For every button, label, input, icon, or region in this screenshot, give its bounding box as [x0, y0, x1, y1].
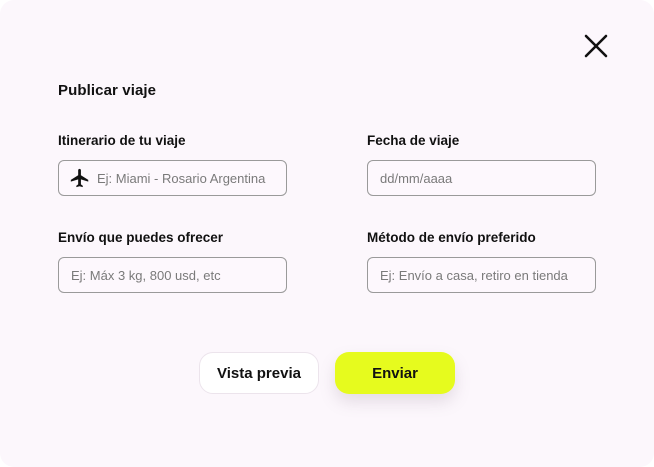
date-label: Fecha de viaje: [367, 133, 460, 148]
method-label: Método de envío preferido: [367, 230, 536, 245]
itinerary-input[interactable]: [91, 161, 286, 195]
modal-title: Publicar viaje: [58, 82, 157, 99]
shipment-field: [58, 257, 287, 293]
close-button[interactable]: [582, 32, 610, 60]
airplane-icon: [70, 168, 89, 188]
itinerary-label: Itinerario de tu viaje: [58, 133, 186, 148]
method-input[interactable]: [368, 258, 595, 292]
itinerary-field: [58, 160, 287, 196]
method-field: [367, 257, 596, 293]
shipment-label: Envío que puedes ofrecer: [58, 230, 224, 245]
publish-trip-modal: Publicar viaje Itinerario de tu viaje Fe…: [0, 0, 654, 467]
shipment-input[interactable]: [59, 258, 286, 292]
send-button[interactable]: Enviar: [335, 352, 455, 394]
preview-button[interactable]: Vista previa: [199, 352, 319, 394]
close-icon: [584, 34, 608, 58]
date-field: [367, 160, 596, 196]
date-input[interactable]: [368, 161, 595, 195]
